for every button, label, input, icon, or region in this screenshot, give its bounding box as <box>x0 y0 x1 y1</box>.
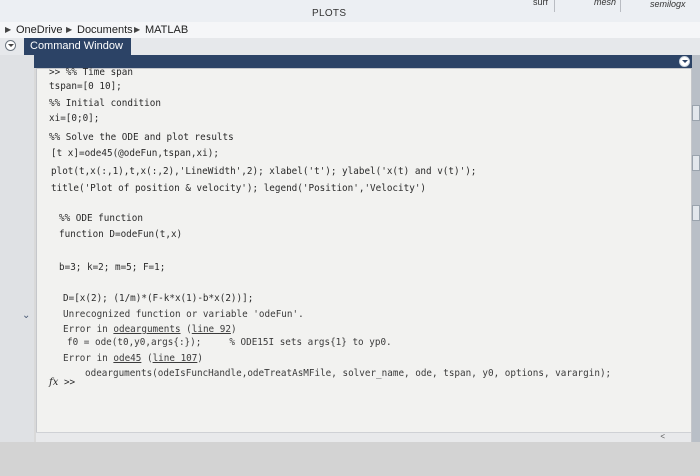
breadcrumb-onedrive[interactable]: OneDrive <box>16 24 62 36</box>
error-link-line-107[interactable]: line 107 <box>153 353 198 364</box>
breadcrumb-arrow-icon[interactable]: ▶ <box>66 25 72 34</box>
mesh-plot-button[interactable]: mesh <box>594 0 616 7</box>
command-window-content[interactable]: >> %% Time span tspan=[0 10]; %% Initial… <box>36 67 692 444</box>
command-line: D=[x(2); (1/m)*(F-k*x(1)-b*x(2))]; <box>63 293 254 304</box>
command-line: %% Solve the ODE and plot results <box>49 132 234 143</box>
left-gutter: ⌄ <box>0 55 34 476</box>
prompt-symbol: >> <box>63 377 76 388</box>
command-line: plot(t,x(:,1),t,x(:,2),'LineWidth',2); x… <box>51 166 477 177</box>
ribbon-divider <box>620 0 621 12</box>
breadcrumb-arrow-icon[interactable]: ▶ <box>134 25 140 34</box>
error-paren: ) <box>230 324 237 335</box>
error-trace-line: Error in odearguments (line 92) <box>63 324 237 335</box>
command-window-titlebar: Command Window <box>0 38 700 56</box>
function-browser-icon[interactable]: fx <box>49 377 58 388</box>
command-line: xi=[0;0]; <box>49 113 100 124</box>
error-paren: ( <box>180 324 192 335</box>
error-link-line-92[interactable]: line 92 <box>192 324 231 335</box>
error-trace-line: Error in ode45 (line 107) <box>63 353 203 364</box>
right-panel-edge <box>692 55 700 476</box>
command-line: odearguments(odeIsFuncHandle,odeTreatAsM… <box>85 368 612 379</box>
surf-plot-button[interactable]: surf <box>533 0 548 7</box>
side-tab[interactable] <box>692 155 700 171</box>
command-line: tspan=[0 10]; <box>49 81 122 92</box>
command-line: title('Plot of position & velocity'); le… <box>51 183 427 194</box>
error-link-odearguments[interactable]: odearguments <box>113 324 180 335</box>
error-prefix: Error in <box>63 324 114 335</box>
toolstrip: surf mesh semilogx PLOTS <box>0 0 700 23</box>
command-line: >> %% Time span <box>49 67 133 78</box>
command-line: [t x]=ode45(@odeFun,tspan,xi); <box>51 148 219 159</box>
command-line: function D=odeFun(t,x) <box>59 229 183 240</box>
scroll-left-icon[interactable]: < <box>660 432 665 441</box>
error-paren: ( <box>141 353 153 364</box>
breadcrumb-documents[interactable]: Documents <box>77 24 133 36</box>
status-area <box>0 442 700 476</box>
error-message: Unrecognized function or variable 'odeFu… <box>63 309 304 320</box>
command-line: b=3; k=2; m=5; F=1; <box>59 262 166 273</box>
ribbon-divider <box>554 0 555 12</box>
breadcrumb-matlab[interactable]: MATLAB <box>145 24 188 36</box>
command-line: f0 = ode(t0,y0,args{:}); % ODE15I sets a… <box>67 337 392 348</box>
panel-actions-icon[interactable] <box>5 40 16 51</box>
side-tab[interactable] <box>692 105 700 121</box>
error-prefix: Error in <box>63 353 114 364</box>
plots-section-label: PLOTS <box>312 8 347 19</box>
command-prompt[interactable]: fx >> <box>49 377 75 388</box>
error-paren: ) <box>197 353 203 364</box>
chevron-down-icon[interactable]: ⌄ <box>22 310 30 321</box>
side-tab[interactable] <box>692 205 700 221</box>
command-line: %% Initial condition <box>49 98 161 109</box>
semilogx-plot-button[interactable]: semilogx <box>650 0 686 9</box>
command-window-title: Command Window <box>24 38 131 55</box>
breadcrumb-arrow-icon[interactable]: ▶ <box>5 25 11 34</box>
command-window-menu-icon[interactable] <box>679 56 690 67</box>
command-line: %% ODE function <box>59 213 143 224</box>
error-link-ode45[interactable]: ode45 <box>113 353 141 364</box>
